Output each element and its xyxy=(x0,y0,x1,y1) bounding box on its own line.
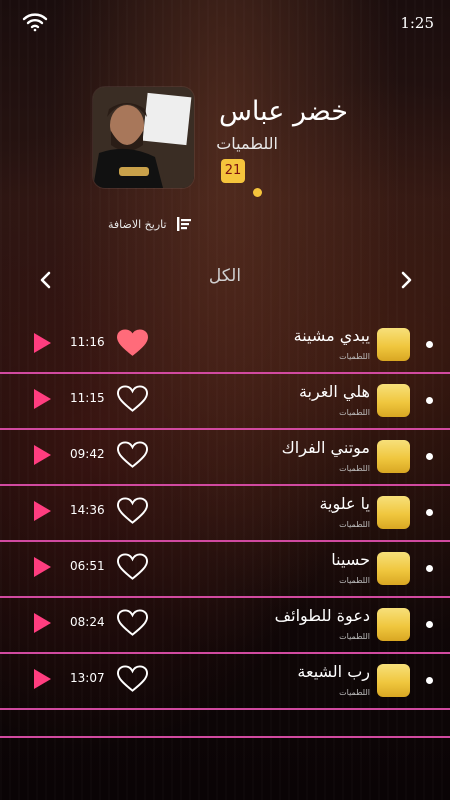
list-bullet xyxy=(426,341,433,348)
track-row[interactable]: 13:07 رب الشيعة اللطميات xyxy=(0,654,450,710)
track-title: يا علوية xyxy=(319,494,370,513)
track-subtitle: اللطميات xyxy=(339,632,370,641)
track-duration: 14:36 xyxy=(70,503,105,517)
list-bullet xyxy=(426,621,433,628)
play-icon[interactable] xyxy=(32,500,52,522)
track-subtitle: اللطميات xyxy=(339,408,370,417)
track-duration: 11:16 xyxy=(70,335,105,349)
list-divider xyxy=(0,736,450,738)
page-indicator-dot xyxy=(253,188,262,197)
track-title: رب الشيعة xyxy=(297,662,370,681)
track-duration: 09:42 xyxy=(70,447,105,461)
track-thumbnail xyxy=(377,384,410,417)
track-thumbnail xyxy=(377,552,410,585)
heart-outline-icon[interactable] xyxy=(117,385,148,413)
track-duration: 11:15 xyxy=(70,391,105,405)
list-bullet xyxy=(426,453,433,460)
track-row[interactable]: 11:15 هلي الغربة اللطميات xyxy=(0,374,450,430)
track-row[interactable]: 08:24 دعوة للطوائف اللطميات xyxy=(0,598,450,654)
track-thumbnail xyxy=(377,664,410,697)
wifi-icon xyxy=(22,13,48,32)
play-icon[interactable] xyxy=(32,388,52,410)
sort-label: تاريخ الاضافة xyxy=(108,217,167,231)
track-subtitle: اللطميات xyxy=(339,520,370,529)
sort-by-date-button[interactable]: تاريخ الاضافة xyxy=(108,212,193,236)
track-subtitle: اللطميات xyxy=(339,576,370,585)
track-row[interactable]: 09:42 موتني الفراك اللطميات xyxy=(0,430,450,486)
artist-photo xyxy=(93,87,194,188)
track-title: موتني الفراك xyxy=(281,438,370,457)
play-icon[interactable] xyxy=(32,668,52,690)
track-title: حسينا xyxy=(331,550,370,569)
play-icon[interactable] xyxy=(32,444,52,466)
track-list: 11:16 يبدي مشينة اللطميات 11:15 هلي الغر… xyxy=(0,318,450,710)
track-count-badge: 21 xyxy=(221,159,245,183)
track-thumbnail xyxy=(377,440,410,473)
track-duration: 08:24 xyxy=(70,615,105,629)
track-subtitle: اللطميات xyxy=(339,464,370,473)
track-title: دعوة للطوائف xyxy=(274,606,370,625)
track-row[interactable]: 11:16 يبدي مشينة اللطميات xyxy=(0,318,450,374)
track-row[interactable]: 14:36 يا علوية اللطميات xyxy=(0,486,450,542)
status-time: 1:25 xyxy=(400,14,434,32)
status-bar: 1:25 xyxy=(0,0,450,44)
track-row[interactable]: 06:51 حسينا اللطميات xyxy=(0,542,450,598)
track-subtitle: اللطميات xyxy=(339,688,370,697)
list-bullet xyxy=(426,509,433,516)
artist-name: خضر عباس xyxy=(218,96,348,127)
heart-outline-icon[interactable] xyxy=(117,497,148,525)
heart-outline-icon[interactable] xyxy=(117,441,148,469)
track-subtitle: اللطميات xyxy=(339,352,370,361)
artist-category: اللطميات xyxy=(216,134,278,153)
heart-outline-icon[interactable] xyxy=(117,665,148,693)
track-thumbnail xyxy=(377,496,410,529)
track-title: هلي الغربة xyxy=(298,382,370,401)
track-thumbnail xyxy=(377,608,410,641)
play-icon[interactable] xyxy=(32,612,52,634)
chevron-right-icon[interactable] xyxy=(396,270,416,290)
chevron-left-icon[interactable] xyxy=(36,270,56,290)
sort-lines-icon xyxy=(176,217,191,231)
play-icon[interactable] xyxy=(32,332,52,354)
track-duration: 06:51 xyxy=(70,559,105,573)
artist-avatar xyxy=(93,87,194,188)
list-bullet xyxy=(426,565,433,572)
track-title: يبدي مشينة xyxy=(293,326,370,345)
heart-outline-icon[interactable] xyxy=(117,553,148,581)
tab-title: الكل xyxy=(208,266,242,286)
heart-filled-icon[interactable] xyxy=(117,329,148,357)
play-icon[interactable] xyxy=(32,556,52,578)
list-bullet xyxy=(426,397,433,404)
track-duration: 13:07 xyxy=(70,671,105,685)
track-thumbnail xyxy=(377,328,410,361)
list-bullet xyxy=(426,677,433,684)
heart-outline-icon[interactable] xyxy=(117,609,148,637)
